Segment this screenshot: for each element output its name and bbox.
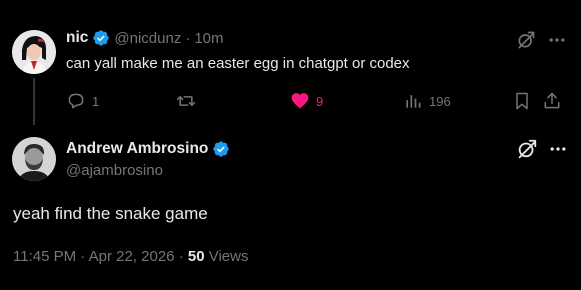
tweet2-header: Andrew Ambrosino bbox=[66, 140, 230, 158]
views-bar-chart-icon bbox=[403, 91, 423, 111]
like-button[interactable]: 9 bbox=[290, 91, 323, 111]
tweet1-text: can yall make me an easter egg in chatgp… bbox=[66, 55, 410, 72]
views-count: 196 bbox=[429, 93, 451, 109]
grok-icon[interactable] bbox=[516, 138, 538, 160]
tweet2-separator: · bbox=[178, 248, 184, 265]
share-icon bbox=[542, 91, 562, 111]
tweet2-date[interactable]: Apr 22, 2026 bbox=[89, 248, 175, 265]
retweet-button[interactable] bbox=[176, 91, 196, 111]
like-heart-icon bbox=[290, 91, 310, 111]
tweet1-header: nic @nicdunz · 10m bbox=[66, 29, 224, 47]
verified-badge-icon[interactable] bbox=[92, 29, 110, 47]
grok-icon[interactable] bbox=[516, 30, 536, 50]
tweet2-text: yeah find the snake game bbox=[13, 204, 208, 223]
more-icon[interactable] bbox=[548, 139, 568, 159]
like-count: 9 bbox=[316, 93, 324, 109]
tweet1-display-name[interactable]: nic bbox=[66, 29, 88, 47]
tweet2-views-label: Views bbox=[208, 248, 249, 265]
avatar-andrew-ambrosino[interactable] bbox=[12, 137, 56, 181]
bookmark-icon bbox=[512, 91, 532, 111]
bookmark-button[interactable] bbox=[512, 91, 532, 111]
tweet1-separator: · bbox=[185, 29, 191, 47]
reply-count: 1 bbox=[92, 93, 100, 109]
verified-badge-icon[interactable] bbox=[212, 140, 230, 158]
reply-button[interactable]: 1 bbox=[66, 91, 99, 111]
tweet2-view-count: 50 bbox=[187, 248, 205, 265]
thread-connector-line bbox=[33, 78, 35, 125]
share-button[interactable] bbox=[542, 91, 562, 111]
tweet2-separator: · bbox=[80, 248, 86, 265]
views-button[interactable]: 196 bbox=[403, 91, 451, 111]
tweet1-handle[interactable]: @nicdunz bbox=[114, 30, 181, 47]
avatar-nic[interactable] bbox=[12, 30, 56, 74]
tweet2-time[interactable]: 11:45 PM bbox=[13, 248, 76, 265]
tweet1-time[interactable]: 10m bbox=[194, 30, 223, 47]
tweet2-meta: 11:45 PM · Apr 22, 2026 · 50 Views bbox=[13, 248, 248, 265]
tweet2-handle[interactable]: @ajambrosino bbox=[66, 162, 163, 179]
retweet-icon bbox=[176, 91, 196, 111]
reply-icon bbox=[66, 91, 86, 111]
tweet2-display-name[interactable]: Andrew Ambrosino bbox=[66, 140, 208, 158]
more-icon[interactable] bbox=[547, 30, 567, 50]
